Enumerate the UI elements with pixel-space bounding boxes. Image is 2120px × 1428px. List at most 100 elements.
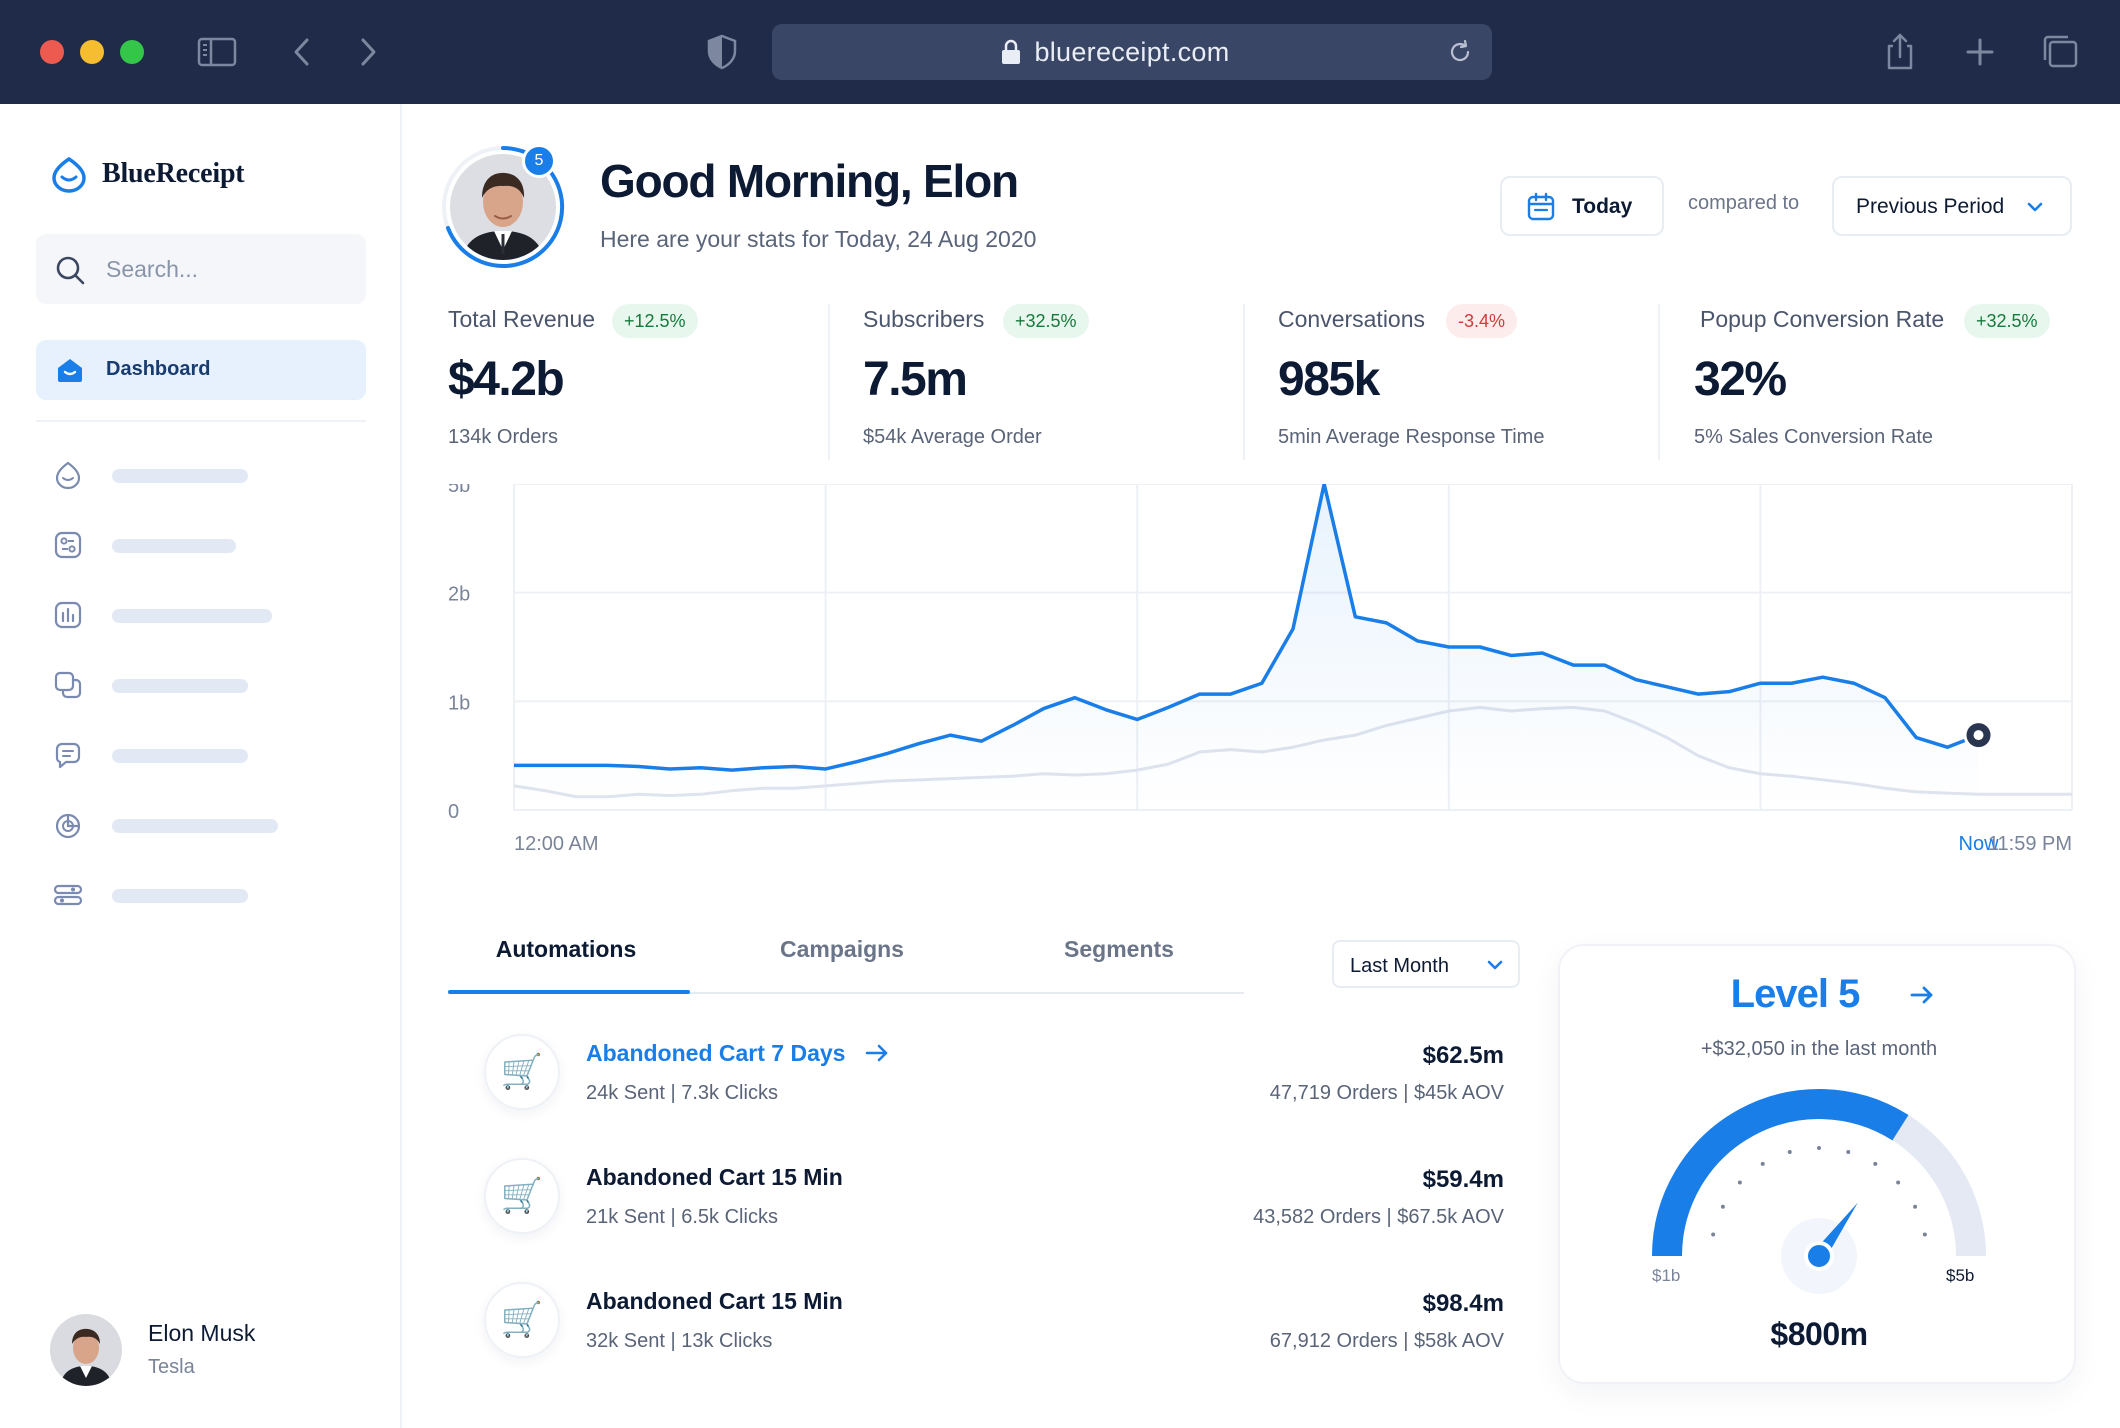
tab-segments[interactable]: Segments: [1001, 936, 1237, 994]
sidebar-item-6[interactable]: [36, 800, 366, 850]
stat-subtext: 5min Average Response Time: [1278, 426, 1545, 448]
change-badge: +32.5%: [1964, 304, 2050, 338]
gauge-tick: [1922, 1232, 1927, 1237]
time-filter-value: Last Month: [1350, 955, 1449, 977]
level-card[interactable]: Level 5 +$32,050 in the last month $1b $…: [1558, 944, 2076, 1384]
automation-orders: 43,582 Orders | $67.5k AOV: [1253, 1206, 1504, 1228]
search-placeholder: Search...: [106, 256, 199, 282]
brand-logo[interactable]: BlueReceipt: [50, 152, 245, 196]
gauge-tick: [1720, 1204, 1725, 1209]
automation-title[interactable]: Abandoned Cart 15 Min: [586, 1288, 843, 1315]
share-icon[interactable]: [1878, 30, 1922, 74]
date-picker-button[interactable]: Today: [1500, 176, 1664, 236]
brand-name: BlueReceipt: [102, 158, 245, 189]
gauge-tick: [1896, 1180, 1901, 1185]
nav-label-placeholder: [112, 889, 248, 903]
stat-value: 32%: [1694, 353, 1787, 406]
change-badge: +12.5%: [612, 304, 698, 338]
gauge-fill: [1652, 1089, 1909, 1257]
stat-total-revenue[interactable]: Total Revenue +12.5% $4.2b 134k Orders: [448, 300, 848, 450]
time-filter-select[interactable]: Last Month: [1332, 940, 1520, 988]
x-tick-label: 11:59 PM: [1988, 833, 2072, 855]
browser-toolbar: bluereceipt.com: [0, 0, 2120, 104]
header-avatar[interactable]: 5: [440, 144, 566, 270]
sidebar-item-dashboard[interactable]: Dashboard: [36, 340, 366, 400]
nav-label-placeholder: [112, 469, 248, 483]
stat-subtext: 5% Sales Conversion Rate: [1694, 426, 1934, 448]
arrow-right-icon[interactable]: [864, 1042, 890, 1064]
divider: [828, 304, 830, 460]
comparison-period-value: Previous Period: [1856, 195, 2005, 218]
close-window-button[interactable]: [40, 40, 64, 64]
x-tick-label: 12:00 AM: [514, 833, 599, 855]
gauge-tick: [1737, 1180, 1742, 1185]
sidebar-item-7[interactable]: [36, 870, 366, 920]
search-input[interactable]: Search...: [36, 234, 366, 304]
sidebar-item-3[interactable]: [36, 590, 366, 640]
stat-value: 985k: [1278, 353, 1380, 406]
tab-bar: Automations Campaigns Segments: [448, 924, 1244, 994]
compared-to-label: compared to: [1688, 192, 1800, 214]
gauge-value: $800m: [1770, 1316, 1868, 1352]
nav-label-placeholder: [112, 539, 236, 553]
automation-orders: 47,719 Orders | $45k AOV: [1269, 1082, 1504, 1104]
zoom-window-button[interactable]: [120, 40, 144, 64]
search-icon: [56, 256, 85, 285]
level-title[interactable]: Level 5: [1560, 972, 2030, 1017]
automation-title-link[interactable]: Abandoned Cart 7 Days: [586, 1040, 845, 1067]
automation-row[interactable]: 🛒 Abandoned Cart 15 Min 21k Sent | 6.5k …: [484, 1156, 1504, 1236]
new-tab-icon[interactable]: [1958, 30, 2002, 74]
gauge-tick: [1760, 1161, 1765, 1166]
sidebar-toggle-icon[interactable]: [195, 30, 239, 74]
level-gauge: [1652, 1089, 1986, 1294]
stat-label: Popup Conversion Rate: [1700, 306, 1945, 332]
arrow-right-icon[interactable]: [1908, 982, 1936, 1008]
stat-popup-conversion-rate[interactable]: Popup Conversion Rate +32.5% 32% 5% Sale…: [1694, 300, 2074, 450]
change-badge: +32.5%: [1003, 304, 1089, 338]
sidebar-item-4[interactable]: [36, 660, 366, 710]
logo-drop-icon: [52, 156, 86, 193]
automation-row[interactable]: 🛒 Abandoned Cart 15 Min 32k Sent | 13k C…: [484, 1280, 1504, 1360]
y-tick-label: 1b: [448, 692, 470, 714]
stat-label: Total Revenue: [448, 306, 596, 332]
sidebar-item-5[interactable]: [36, 730, 366, 780]
drop-icon: [55, 461, 81, 490]
now-marker-center: [1973, 730, 1984, 741]
apps-icon: [54, 531, 82, 559]
address-bar[interactable]: bluereceipt.com: [772, 24, 1492, 80]
notification-badge[interactable]: 5: [522, 144, 556, 178]
tab-automations[interactable]: Automations: [448, 936, 684, 994]
avatar: [50, 1314, 122, 1386]
gauge-hub: [1804, 1241, 1834, 1271]
automation-row[interactable]: 🛒 Abandoned Cart 7 Days 24k Sent | 7.3k …: [484, 1032, 1504, 1112]
automation-stats: 32k Sent | 13k Clicks: [586, 1330, 773, 1352]
forward-icon[interactable]: [346, 30, 390, 74]
automation-orders: 67,912 Orders | $58k AOV: [1269, 1330, 1504, 1352]
gauge-tick: [1817, 1146, 1821, 1150]
user-profile[interactable]: Elon Musk Tesla: [50, 1310, 370, 1386]
tabs-overview-icon[interactable]: [2038, 30, 2082, 74]
stat-subscribers[interactable]: Subscribers +32.5% 7.5m $54k Average Ord…: [863, 300, 1263, 450]
stat-subtext: 134k Orders: [448, 426, 559, 448]
profile-company: Tesla: [148, 1356, 195, 1378]
back-icon[interactable]: [280, 30, 324, 74]
sidebar-item-2[interactable]: [36, 520, 366, 570]
chevron-down-icon: [2027, 202, 2043, 212]
shield-icon[interactable]: [700, 30, 744, 74]
message-icon: [55, 742, 81, 769]
comparison-period-select[interactable]: Previous Period: [1832, 176, 2072, 236]
nav-label-placeholder: [112, 749, 248, 763]
sidebar-item-1[interactable]: [36, 450, 366, 500]
automation-title[interactable]: Abandoned Cart 15 Min: [586, 1164, 843, 1191]
gauge-tick: [1787, 1150, 1792, 1155]
stat-label: Conversations: [1278, 306, 1426, 332]
tab-campaigns[interactable]: Campaigns: [724, 936, 960, 994]
current-period-area: [514, 484, 1979, 810]
stat-conversations[interactable]: Conversations -3.4% 985k 5min Average Re…: [1278, 300, 1678, 450]
change-badge: -3.4%: [1446, 304, 1518, 338]
gauge-tick: [1846, 1150, 1851, 1155]
minimize-window-button[interactable]: [80, 40, 104, 64]
main-content: 5 Good Morning, Elon Here are your stats…: [402, 104, 2120, 1428]
gauge-tick: [1913, 1204, 1918, 1209]
reload-icon[interactable]: [1446, 38, 1474, 66]
